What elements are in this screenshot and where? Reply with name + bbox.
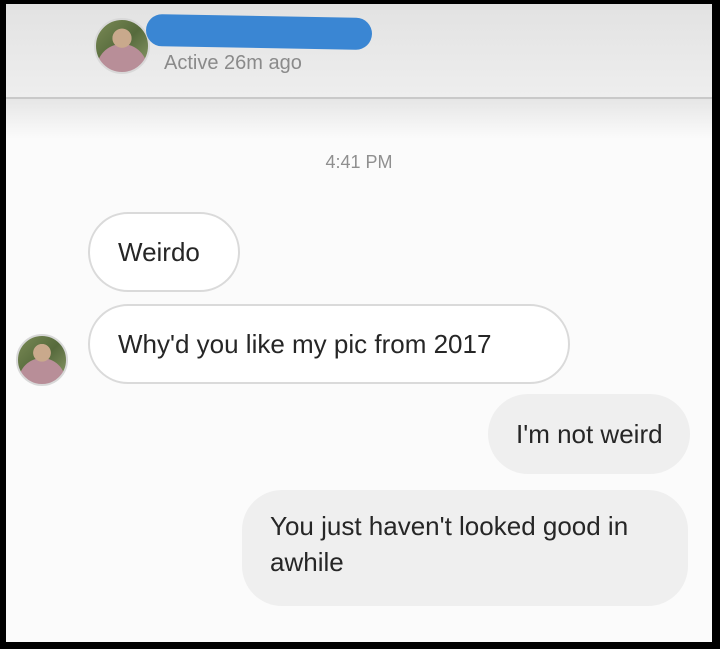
received-message[interactable]: Why'd you like my pic from 2017 bbox=[88, 304, 570, 384]
chat-header: Active 26m ago bbox=[6, 4, 712, 97]
message-timestamp: 4:41 PM bbox=[325, 152, 393, 172]
contact-avatar[interactable] bbox=[94, 18, 150, 74]
received-message[interactable]: Weirdo bbox=[88, 212, 240, 292]
username-redaction bbox=[145, 14, 373, 50]
active-status: Active 26m ago bbox=[164, 52, 302, 74]
sent-message[interactable]: You just haven't looked good in awhile bbox=[242, 490, 688, 606]
header-shadow bbox=[6, 99, 712, 139]
sender-avatar[interactable] bbox=[16, 334, 68, 386]
sent-message[interactable]: I'm not weird bbox=[488, 394, 690, 474]
chat-screen: Active 26m ago 4:41 PM Weirdo Why'd you … bbox=[6, 4, 712, 642]
